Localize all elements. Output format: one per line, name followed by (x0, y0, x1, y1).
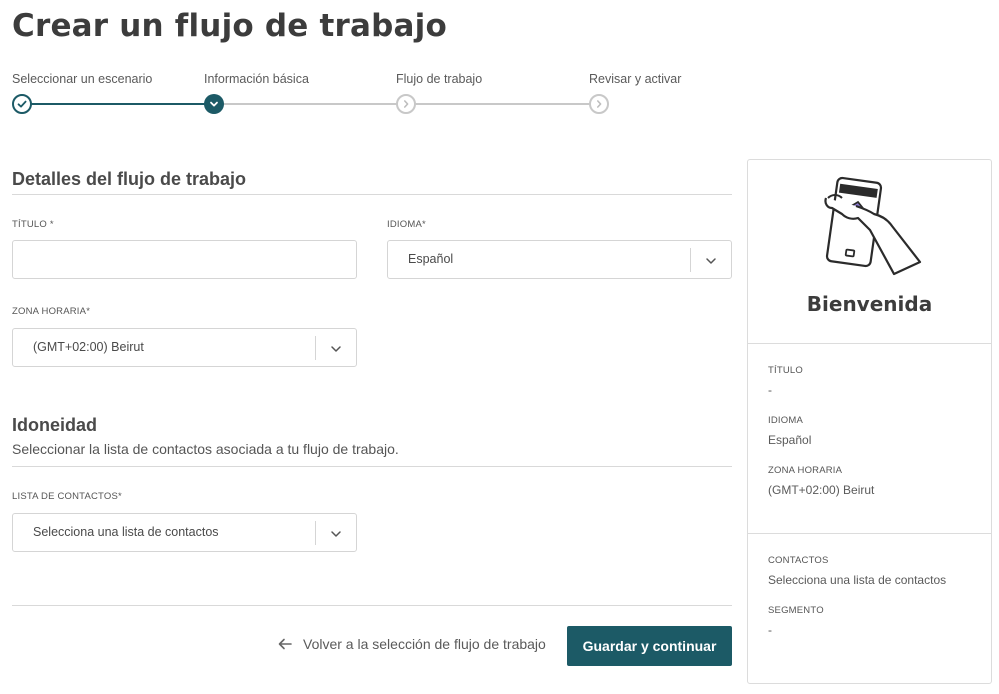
contacts-select[interactable]: Selecciona una lista de contactos (12, 513, 357, 552)
summary-segment-label: SEGMENTO (768, 605, 824, 616)
page-title: Crear un flujo de trabajo (12, 8, 447, 44)
check-icon[interactable] (12, 94, 32, 114)
select-separator (315, 336, 316, 360)
chevron-down-icon[interactable] (704, 254, 718, 268)
contacts-label: LISTA DE CONTACTOS* (12, 491, 122, 502)
summary-heading: Bienvenida (806, 292, 933, 316)
summary-language-label: IDIOMA (768, 415, 803, 426)
divider (12, 466, 732, 467)
summary-language-value: Español (768, 433, 812, 447)
phone-in-hand-illustration (824, 176, 922, 276)
eligibility-subtitle: Seleccionar la lista de contactos asocia… (12, 441, 399, 457)
step-label-revisar-activar: Revisar y activar (589, 72, 682, 86)
summary-segment-value: - (768, 623, 772, 637)
step-connector-pending (222, 103, 400, 105)
summary-title-label: TÍTULO (768, 365, 803, 376)
step-label-flujo-de-trabajo: Flujo de trabajo (396, 72, 483, 86)
language-label: IDIOMA* (387, 219, 426, 230)
title-input[interactable] (12, 240, 357, 279)
step-label-informacion-basica[interactable]: Información básica (204, 72, 309, 86)
stepper: Seleccionar un escenario Información bás… (12, 72, 692, 116)
summary-timezone-value: (GMT+02:00) Beirut (768, 483, 875, 497)
footer-divider (12, 605, 732, 606)
chevron-down-icon[interactable] (204, 94, 224, 114)
timezone-select-value: (GMT+02:00) Beirut (33, 340, 144, 354)
back-to-workflow-selection-link[interactable]: Volver a la selección de flujo de trabaj… (278, 636, 546, 652)
summary-panel: Bienvenida TÍTULO - IDIOMA Español ZONA … (747, 159, 992, 684)
title-label: TÍTULO * (12, 219, 54, 230)
eligibility-section-title: Idoneidad (12, 415, 97, 435)
step-connector-pending (414, 103, 592, 105)
step-connector-completed (30, 103, 206, 105)
summary-timezone-label: ZONA HORARIA (768, 465, 843, 476)
summary-contacts-label: CONTACTOS (768, 555, 829, 566)
language-select-value: Español (408, 252, 454, 266)
chevron-down-icon[interactable] (329, 342, 343, 356)
save-and-continue-button[interactable]: Guardar y continuar (567, 626, 732, 666)
details-section-title: Detalles del flujo de trabajo (12, 169, 247, 189)
select-separator (690, 248, 691, 272)
contacts-select-placeholder: Selecciona una lista de contactos (33, 525, 219, 539)
select-separator (315, 521, 316, 545)
arrow-left-icon (278, 638, 292, 650)
panel-divider (748, 533, 991, 534)
summary-contacts-value: Selecciona una lista de contactos (768, 573, 947, 587)
step-label-seleccionar-escenario[interactable]: Seleccionar un escenario (12, 72, 152, 86)
chevron-down-icon[interactable] (329, 527, 343, 541)
chevron-right-icon (396, 94, 416, 114)
language-select[interactable]: Español (387, 240, 732, 279)
divider (12, 194, 732, 195)
panel-divider (748, 343, 991, 344)
back-link-label: Volver a la selección de flujo de trabaj… (303, 636, 546, 652)
summary-title-value: - (768, 383, 772, 397)
chevron-right-icon (589, 94, 609, 114)
timezone-label: ZONA HORARIA* (12, 306, 91, 317)
timezone-select[interactable]: (GMT+02:00) Beirut (12, 328, 357, 367)
